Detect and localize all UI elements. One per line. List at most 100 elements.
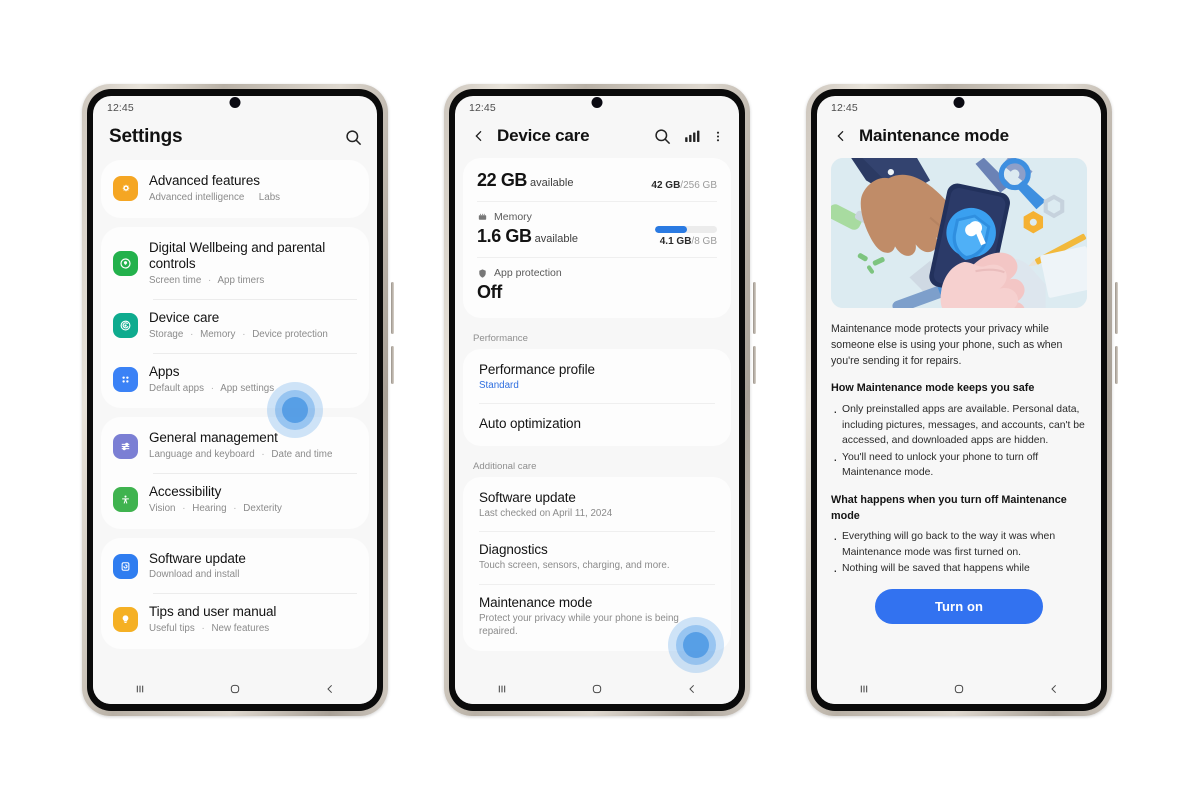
settings-item-tips[interactable]: Tips and user manual Useful tips · New f… bbox=[101, 593, 369, 647]
recents-icon[interactable] bbox=[132, 681, 148, 697]
additional-care-section: Software update Last checked on April 11… bbox=[463, 477, 731, 652]
phone-3-bezel: 12:45 Maintenance mode Maintenance mode … bbox=[811, 89, 1107, 711]
nav-bar-3 bbox=[817, 674, 1101, 704]
front-camera-punch-hole bbox=[953, 97, 965, 108]
section2-bullets: Everything will go back to the way it wa… bbox=[831, 528, 1087, 581]
row-auto-optimization[interactable]: Auto optimization bbox=[463, 403, 731, 444]
home-icon[interactable] bbox=[227, 681, 243, 697]
item-title: Device care bbox=[149, 310, 220, 326]
recents-icon[interactable] bbox=[856, 681, 872, 697]
row-diagnostics[interactable]: Diagnostics Touch screen, sensors, charg… bbox=[463, 531, 731, 583]
row-performance-profile[interactable]: Performance profile Standard bbox=[463, 351, 731, 403]
settings-group-3: General management Language and keyboard… bbox=[101, 417, 369, 529]
nav-bar-2 bbox=[455, 674, 739, 704]
overflow-menu-icon[interactable] bbox=[711, 127, 725, 146]
row-software-update[interactable]: Software update Last checked on April 11… bbox=[463, 479, 731, 531]
settings-item-apps[interactable]: Apps Default apps · App settings bbox=[101, 352, 369, 407]
power-button[interactable] bbox=[391, 346, 394, 384]
section2-heading: What happens when you turn off Maintenan… bbox=[831, 493, 1067, 522]
item-subtitle: Screen time · App timers bbox=[149, 275, 265, 287]
phone-2-device-care: 12:45 Device care 22 GB available 42 GB/… bbox=[444, 84, 756, 716]
storage-value: 22 GB available bbox=[477, 170, 574, 190]
maintenance-mode-content[interactable]: Maintenance mode protects your privacy w… bbox=[817, 158, 1101, 674]
memory-status-row[interactable]: Memory 1.6 GB available 4.1 GB/8 GB bbox=[463, 201, 731, 257]
phone-3-screen: 12:45 Maintenance mode Maintenance mode … bbox=[817, 96, 1101, 704]
status-time: 12:45 bbox=[469, 102, 496, 114]
back-chevron-icon[interactable] bbox=[833, 127, 849, 145]
accessibility-icon bbox=[113, 487, 138, 513]
section1-heading: How Maintenance mode keeps you safe bbox=[831, 382, 1035, 395]
screenshot-canvas: 12:45 Settings Advanced features Advance… bbox=[0, 0, 1200, 800]
settings-item-advanced-features[interactable]: Advanced features Advanced intelligence … bbox=[101, 162, 369, 216]
row-subtitle: Last checked on April 11, 2024 bbox=[479, 508, 613, 520]
list-item: You'll need to unlock your phone to turn… bbox=[831, 449, 1087, 481]
row-subtitle: Touch screen, sensors, charging, and mor… bbox=[479, 560, 670, 572]
power-button[interactable] bbox=[1115, 346, 1118, 384]
settings-item-accessibility[interactable]: Accessibility Vision · Hearing · Dexteri… bbox=[101, 472, 369, 527]
home-icon[interactable] bbox=[589, 681, 605, 697]
row-title: Software update bbox=[479, 490, 576, 506]
settings-item-general-management[interactable]: General management Language and keyboard… bbox=[101, 419, 369, 473]
power-button[interactable] bbox=[753, 346, 756, 384]
item-title: Apps bbox=[149, 363, 180, 379]
row-maintenance-mode[interactable]: Maintenance mode Protect your privacy wh… bbox=[463, 583, 731, 649]
settings-group-4: Software update Download and install Tip… bbox=[101, 537, 369, 649]
settings-group-1: Advanced features Advanced intelligence … bbox=[101, 160, 369, 218]
memory-value: 1.6 GB available bbox=[477, 226, 579, 246]
settings-item-device-care[interactable]: Device care Storage · Memory · Device pr… bbox=[101, 299, 369, 353]
item-subtitle: Useful tips · New features bbox=[149, 623, 270, 635]
intro-paragraph: Maintenance mode protects your privacy w… bbox=[831, 323, 1063, 368]
sliders-icon bbox=[113, 433, 138, 459]
status-time: 12:45 bbox=[107, 102, 134, 114]
search-icon[interactable] bbox=[653, 127, 672, 146]
device-status-card: 22 GB available 42 GB/256 GB Memory 1.6 … bbox=[463, 158, 731, 318]
row-subtitle: Standard bbox=[479, 380, 519, 391]
search-icon[interactable] bbox=[344, 128, 363, 147]
item-subtitle: Download and install bbox=[149, 569, 240, 581]
phone-2-screen: 12:45 Device care 22 GB available 42 GB/… bbox=[455, 96, 739, 704]
front-camera-punch-hole bbox=[229, 97, 241, 108]
volume-button[interactable] bbox=[391, 282, 394, 334]
settings-list[interactable]: Advanced features Advanced intelligence … bbox=[93, 160, 377, 674]
settings-header: Settings bbox=[93, 120, 377, 160]
turn-on-button[interactable]: Turn on bbox=[875, 589, 1043, 625]
settings-item-software-update[interactable]: Software update Download and install bbox=[101, 540, 369, 594]
row-subtitle: Protect your privacy while your phone is… bbox=[479, 612, 679, 637]
back-icon[interactable] bbox=[684, 681, 700, 697]
row-title: Performance profile bbox=[479, 362, 595, 377]
page-title: Settings bbox=[109, 126, 183, 147]
item-title: Accessibility bbox=[149, 483, 222, 499]
row-title: Auto optimization bbox=[479, 416, 581, 432]
page-title: Device care bbox=[497, 126, 590, 145]
device-care-content[interactable]: 22 GB available 42 GB/256 GB Memory 1.6 … bbox=[455, 158, 739, 674]
item-title: Digital Wellbeing and parental controls bbox=[149, 239, 326, 272]
phone-2-bezel: 12:45 Device care 22 GB available 42 GB/… bbox=[449, 89, 745, 711]
volume-button[interactable] bbox=[1115, 282, 1118, 334]
home-icon[interactable] bbox=[951, 681, 967, 697]
back-icon[interactable] bbox=[322, 681, 338, 697]
storage-status-row[interactable]: 22 GB available 42 GB/256 GB bbox=[463, 160, 731, 201]
software-update-icon bbox=[113, 553, 138, 579]
apps-grid-icon bbox=[113, 367, 138, 392]
repair-hands-phone-illustration bbox=[831, 158, 1087, 308]
recents-icon[interactable] bbox=[494, 681, 510, 697]
phone-1-screen: 12:45 Settings Advanced features Advance… bbox=[93, 96, 377, 704]
volume-button[interactable] bbox=[753, 282, 756, 334]
back-icon[interactable] bbox=[1046, 681, 1062, 697]
app-protection-value: Off bbox=[477, 282, 502, 302]
list-item: Only preinstalled apps are available. Pe… bbox=[831, 401, 1087, 449]
sparkle-gear-icon bbox=[113, 176, 138, 202]
bar-chart-icon[interactable] bbox=[682, 127, 701, 146]
item-subtitle: Language and keyboard · Date and time bbox=[149, 449, 333, 461]
section-heading-additional-care: Additional care bbox=[473, 461, 537, 473]
memory-usage-bar bbox=[655, 226, 717, 233]
app-protection-row[interactable]: App protection Off bbox=[463, 257, 731, 316]
settings-item-digital-wellbeing[interactable]: Digital Wellbeing and parental controls … bbox=[101, 229, 369, 299]
item-subtitle: Advanced intelligence Labs bbox=[149, 191, 281, 203]
device-care-icon bbox=[113, 313, 138, 339]
shield-icon bbox=[479, 268, 486, 278]
status-time: 12:45 bbox=[831, 102, 858, 114]
settings-group-2: Digital Wellbeing and parental controls … bbox=[101, 226, 369, 409]
memory-label-wrap: Memory bbox=[477, 211, 717, 223]
back-chevron-icon[interactable] bbox=[471, 127, 487, 145]
